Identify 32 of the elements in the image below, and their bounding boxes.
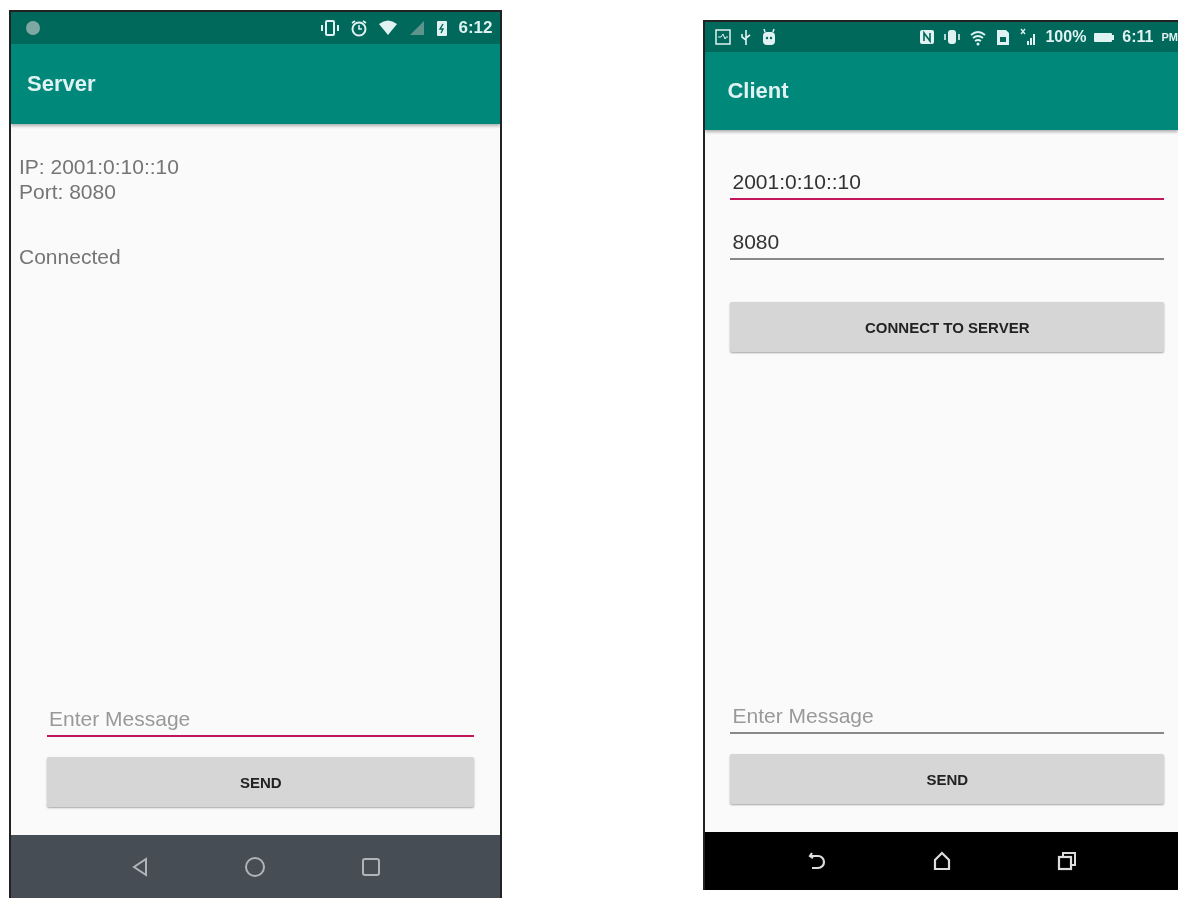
back-icon[interactable] <box>806 851 827 871</box>
connection-status: Connected <box>19 244 122 269</box>
home-icon[interactable] <box>931 851 952 871</box>
status-time: 6:11 <box>1122 28 1154 46</box>
wifi-icon <box>969 28 988 46</box>
send-button[interactable]: SEND <box>47 757 475 807</box>
message-field[interactable]: Enter Message <box>730 700 1164 734</box>
recents-icon[interactable] <box>1056 851 1077 871</box>
nfc-icon <box>919 28 936 46</box>
screen-icon <box>715 28 732 46</box>
battery-percent: 100% <box>1045 28 1087 46</box>
vibrate-icon <box>320 19 341 37</box>
robot-icon <box>761 28 778 46</box>
send-button[interactable]: SEND <box>730 754 1164 804</box>
battery-icon <box>436 19 449 37</box>
info-text: Port: 8080 <box>19 179 117 204</box>
wifi-icon <box>378 19 399 37</box>
signal-icon <box>1019 28 1038 46</box>
message-field[interactable]: Enter Message <box>47 703 475 737</box>
notification-dot-icon <box>25 19 41 37</box>
port-field[interactable]: 8080 <box>730 226 1164 260</box>
address-field[interactable]: 2001:0:10::10 <box>730 166 1164 200</box>
connect-button[interactable]: CONNECT TO SERVER <box>730 302 1164 352</box>
no-signal-icon <box>408 19 427 37</box>
time-period: PM <box>1161 31 1178 43</box>
app-title: Client <box>727 78 789 104</box>
status-time: 6:12 <box>458 18 493 38</box>
alarm-icon <box>350 19 369 37</box>
info-text: IP: 2001:0:10::10 <box>19 154 180 179</box>
app-title: Server <box>27 71 96 97</box>
vibrate-icon <box>943 28 962 46</box>
sim-icon <box>995 28 1012 46</box>
